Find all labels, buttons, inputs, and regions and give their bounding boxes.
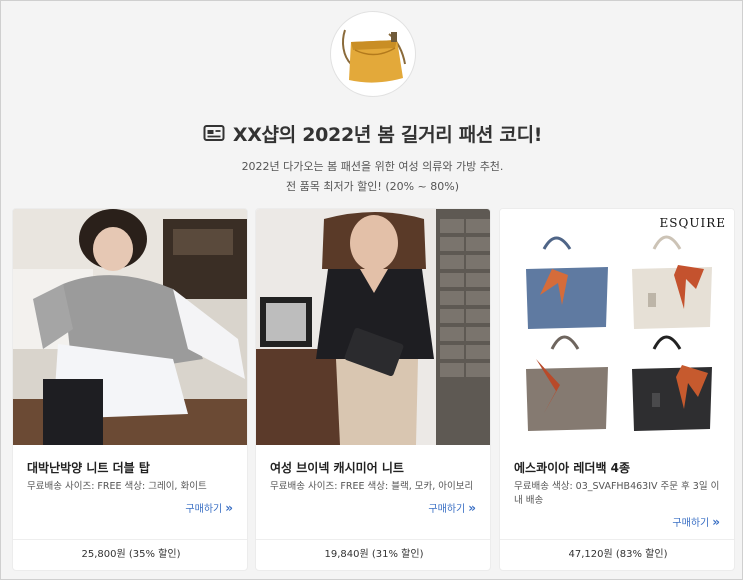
product-description: 무료배송 사이즈: FREE 색상: 그레이, 화이트	[27, 481, 207, 492]
product-description: 무료배송 색상: 03_SVAFHB463IV 주문 후 3일 이내 배송	[514, 481, 720, 506]
buy-label: 구매하기	[185, 504, 223, 515]
subtitle-line-2: 전 품목 최저가 할인! (20% ~ 80%)	[285, 180, 460, 193]
page-title: XX샵의 2022년 봄 길거리 패션 코디!	[1, 118, 743, 148]
buy-link[interactable]: 구매하기 »	[428, 500, 476, 516]
buy-label: 구매하기	[672, 518, 710, 529]
double-chevron-right-icon: »	[225, 500, 233, 515]
subtitle: 2022년 다가오는 봄 패션을 위한 여성 의류와 가방 추천. 전 품목 최…	[1, 157, 743, 197]
double-chevron-right-icon: »	[712, 514, 720, 529]
page-frame: XX샵의 2022년 봄 길거리 패션 코디! 2022년 다가오는 봄 패션을…	[0, 0, 743, 580]
product-name[interactable]: 대박난박양 니트 더블 탑	[27, 459, 150, 476]
title-text: XX샵의 2022년 봄 길거리 패션 코디!	[232, 123, 543, 146]
product-description: 무료배송 사이즈: FREE 색상: 블랙, 모카, 아이보리	[270, 481, 474, 492]
product-image[interactable]	[13, 209, 247, 445]
brand-wordmark: ESQUIRE	[660, 216, 726, 230]
buy-label: 구매하기	[428, 504, 466, 515]
price-bar: 25,800원 (35% 할인)	[13, 539, 247, 570]
product-image[interactable]	[256, 209, 490, 445]
product-image[interactable]: ESQUIRE	[500, 209, 734, 445]
yellow-bag-icon	[342, 29, 406, 83]
product-card-vneck-cashmere-knit[interactable]: 여성 브이넥 캐시미어 니트 무료배송 사이즈: FREE 색상: 블랙, 모카…	[255, 208, 491, 571]
subtitle-line-1: 2022년 다가오는 봄 패션을 위한 여성 의류와 가방 추천.	[241, 160, 504, 173]
card-icon	[203, 125, 225, 141]
product-card-esquire-leather-bag[interactable]: ESQUIRE 에스콰이아 레더백 4종 무료배송 색상: 03_SVAFHB4…	[499, 208, 735, 571]
product-card-knit-double-top[interactable]: 대박난박양 니트 더블 탑 무료배송 사이즈: FREE 색상: 그레이, 화이…	[12, 208, 248, 571]
buy-link[interactable]: 구매하기 »	[672, 514, 720, 530]
price-bar: 19,840원 (31% 할인)	[256, 539, 490, 570]
price-bar: 47,120원 (83% 할인)	[500, 539, 734, 570]
double-chevron-right-icon: »	[468, 500, 476, 515]
buy-link[interactable]: 구매하기 »	[185, 500, 233, 516]
product-name[interactable]: 에스콰이아 레더백 4종	[514, 459, 630, 476]
product-name[interactable]: 여성 브이넥 캐시미어 니트	[270, 459, 404, 476]
brand-logo	[330, 11, 416, 97]
